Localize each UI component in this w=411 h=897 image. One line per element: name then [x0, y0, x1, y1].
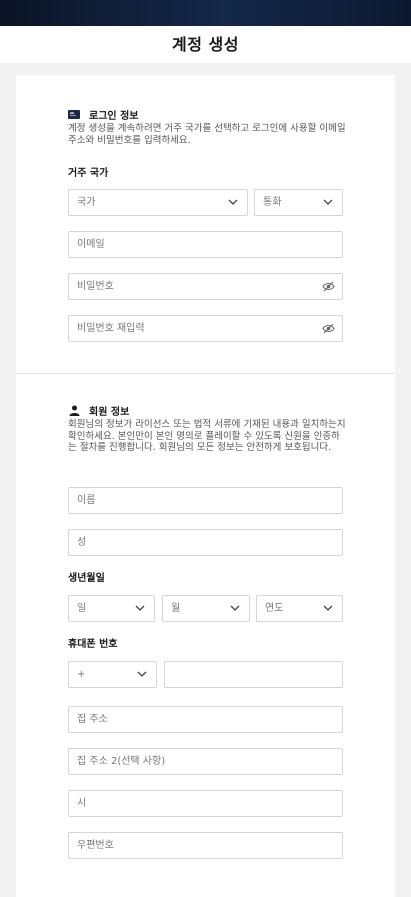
login-section-label: 로그인 정보	[89, 111, 139, 122]
phone-label: 휴대폰 번호	[68, 639, 118, 650]
address2-input[interactable]: 집 주소 2(선택 사항)	[68, 748, 343, 775]
id-card-icon	[68, 109, 80, 121]
section-divider	[16, 373, 395, 374]
zip-code-input[interactable]: 우편번호	[68, 832, 343, 859]
chevron-down-icon	[323, 605, 333, 611]
address-placeholder: 집 주소	[77, 714, 108, 725]
chevron-down-icon	[230, 605, 240, 611]
page-header: 계정 생성	[0, 26, 411, 63]
birth-month-text: 월	[171, 603, 181, 614]
password-confirm-placeholder: 비밀번호 재입력	[77, 323, 145, 334]
zip-code-placeholder: 우편번호	[77, 840, 114, 851]
eye-off-icon[interactable]	[322, 323, 335, 334]
login-section-title: 로그인 정보	[68, 107, 138, 122]
address-input[interactable]: 집 주소	[68, 706, 343, 733]
birth-year-text: 연도	[265, 603, 284, 614]
country-label: 거주 국가	[68, 168, 109, 179]
password-confirm-input[interactable]: 비밀번호 재입력	[68, 315, 343, 342]
currency-select[interactable]: 통화	[254, 189, 343, 216]
last-name-placeholder: 성	[77, 537, 87, 548]
login-section-description: 계정 생성을 계속하려면 거주 국가를 선택하고 로그인에 사용할 이메일 주소…	[68, 123, 346, 146]
eye-off-icon[interactable]	[322, 281, 335, 292]
chevron-down-icon	[323, 199, 333, 205]
currency-select-text: 통화	[263, 197, 282, 208]
first-name-input[interactable]: 이름	[68, 487, 343, 514]
member-section-label: 회원 정보	[89, 407, 130, 418]
birth-day-text: 일	[77, 603, 87, 614]
top-bar	[0, 0, 411, 26]
chevron-down-icon	[137, 671, 147, 677]
email-placeholder: 이메일	[77, 239, 105, 250]
phone-code-select[interactable]: +	[68, 661, 157, 688]
country-select[interactable]: 국가	[68, 189, 248, 216]
page-title: 계정 생성	[172, 35, 239, 54]
chevron-down-icon	[228, 199, 238, 205]
member-section-description: 회원님의 정보가 라이선스 또는 법적 서류에 기재된 내용과 일치하는지 확인…	[68, 419, 346, 453]
signup-form-card: 로그인 정보 계정 생성을 계속하려면 거주 국가를 선택하고 로그인에 사용할…	[16, 75, 395, 897]
birth-day-select[interactable]: 일	[68, 595, 155, 622]
password-placeholder: 비밀번호	[77, 281, 114, 292]
email-input[interactable]: 이메일	[68, 231, 343, 258]
address2-placeholder: 집 주소 2(선택 사항)	[77, 756, 166, 767]
birth-month-select[interactable]: 월	[162, 595, 250, 622]
country-select-text: 국가	[77, 197, 96, 208]
birth-year-select[interactable]: 연도	[256, 595, 343, 622]
person-icon	[68, 405, 80, 417]
phone-code-text: +	[77, 669, 86, 680]
last-name-input[interactable]: 성	[68, 529, 343, 556]
password-input[interactable]: 비밀번호	[68, 273, 343, 300]
city-placeholder: 시	[77, 798, 87, 809]
first-name-placeholder: 이름	[77, 495, 96, 506]
city-input[interactable]: 시	[68, 790, 343, 817]
chevron-down-icon	[135, 605, 145, 611]
member-section-title: 회원 정보	[68, 403, 129, 418]
phone-number-input[interactable]	[164, 661, 343, 688]
birth-date-label: 생년월일	[68, 573, 105, 584]
